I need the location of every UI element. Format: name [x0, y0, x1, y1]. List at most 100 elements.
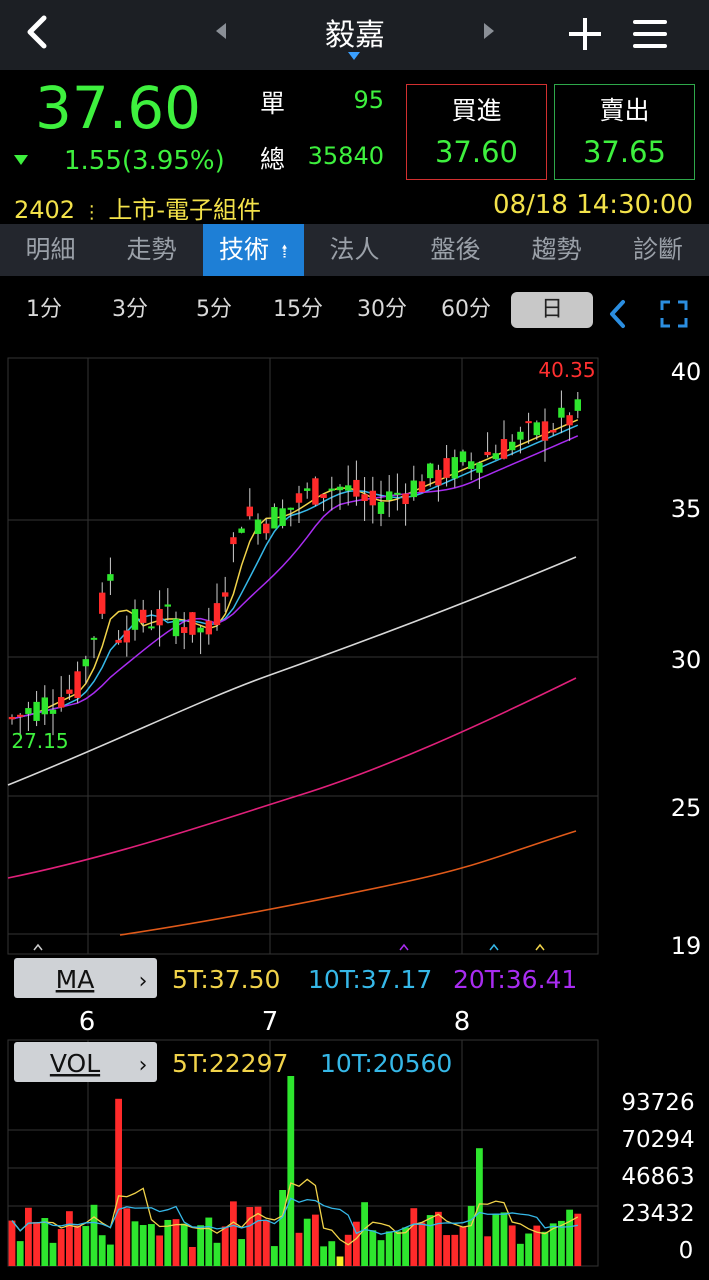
- interval-1min[interactable]: 1分: [8, 292, 80, 328]
- volume-bar: [98, 1235, 106, 1266]
- tab-after-hours[interactable]: 盤後: [405, 224, 506, 276]
- volume-bar: [418, 1222, 426, 1266]
- ma5-value: 5T:37.50: [172, 965, 280, 994]
- tab-tendency[interactable]: 趨勢: [506, 224, 607, 276]
- candlestick: [484, 451, 491, 456]
- vol-ma5-value: 5T:22297: [172, 1049, 288, 1078]
- candlestick: [74, 671, 81, 699]
- candlestick: [123, 630, 130, 643]
- interval-day[interactable]: 日: [511, 292, 593, 328]
- tab-technical[interactable]: 技術 ⭫: [203, 224, 304, 276]
- interval-15min[interactable]: 15分: [260, 292, 336, 328]
- month-label: 8: [454, 1007, 471, 1037]
- candlestick-chart[interactable]: 40 35 30 25 19 40.35 27.15 MA › 5T:37.50…: [0, 350, 709, 1280]
- candlestick: [17, 714, 24, 717]
- volume-bar: [107, 1244, 114, 1266]
- volume-bars: [8, 1076, 582, 1266]
- ma20-value: 20T:36.41: [453, 965, 577, 994]
- interval-3min[interactable]: 3分: [92, 292, 168, 328]
- candlestick: [550, 429, 557, 433]
- buy-button[interactable]: 買進 37.60: [406, 84, 547, 180]
- candlestick: [312, 478, 319, 505]
- candlestick: [8, 716, 16, 720]
- volume-bar: [336, 1256, 344, 1266]
- sell-button[interactable]: 賣出 37.65: [554, 84, 695, 180]
- volume-axis-label: 0: [679, 1238, 694, 1264]
- price-axis-label: 35: [671, 495, 702, 523]
- menu-icon[interactable]: [630, 14, 670, 54]
- candlestick: [197, 627, 204, 633]
- ma10-value: 10T:37.17: [308, 965, 432, 994]
- volume-bar: [41, 1218, 49, 1266]
- moving-average-line: [119, 830, 577, 936]
- volume-bar: [57, 1229, 65, 1266]
- volume-bar: [459, 1226, 467, 1266]
- tab-settings-icon[interactable]: ⭫: [281, 239, 288, 263]
- volume-bar: [443, 1235, 450, 1266]
- volume-bar: [394, 1231, 401, 1266]
- tab-technical-label: 技術: [219, 235, 270, 264]
- tab-detail[interactable]: 明細: [0, 224, 101, 276]
- tab-diagnosis[interactable]: 診斷: [607, 224, 709, 276]
- candlestick: [205, 620, 212, 635]
- candlestick: [574, 399, 581, 411]
- marker-caret-icon: [33, 943, 43, 951]
- candlestick: [66, 689, 73, 694]
- candlestick: [468, 461, 475, 469]
- volume-bar: [303, 1218, 311, 1266]
- stock-code: 2402: [14, 196, 76, 224]
- market-category: 上市-電子組件: [108, 196, 262, 224]
- interval-5min[interactable]: 5分: [176, 292, 252, 328]
- marker-caret-icon: [535, 943, 545, 951]
- candlestick: [304, 488, 311, 491]
- volume-bar: [49, 1242, 57, 1266]
- candlestick: [361, 494, 368, 501]
- volume-bar: [517, 1243, 524, 1266]
- candlestick: [41, 697, 48, 715]
- volume-bar: [328, 1241, 336, 1266]
- marker-caret-icon: [489, 943, 499, 951]
- candlestick: [353, 479, 360, 497]
- candlestick: [156, 609, 163, 626]
- volume-bar: [344, 1234, 352, 1266]
- candlestick: [246, 506, 253, 517]
- stock-title[interactable]: 毅嘉: [255, 10, 455, 54]
- volume-bar: [213, 1242, 221, 1266]
- back-icon[interactable]: [18, 12, 58, 52]
- month-label: 7: [262, 1007, 279, 1037]
- vol-chevron-icon[interactable]: ›: [139, 1053, 148, 1078]
- candlestick: [427, 463, 434, 479]
- volume-bar: [238, 1239, 245, 1266]
- volume-bar: [500, 1212, 508, 1266]
- price-change: 1.55(3.95%): [64, 146, 225, 176]
- ma-chevron-icon[interactable]: ›: [139, 969, 148, 994]
- volume-bar: [484, 1236, 491, 1266]
- volume-axis-label: 46863: [621, 1164, 694, 1190]
- candlestick: [115, 639, 122, 643]
- title-dropdown-icon[interactable]: [348, 52, 360, 60]
- next-arrow-icon[interactable]: [478, 20, 498, 42]
- prev-arrow-icon[interactable]: [212, 20, 232, 42]
- moving-average-lines: [7, 419, 579, 936]
- single-volume-value: 95: [353, 86, 384, 114]
- volume-bar: [180, 1223, 188, 1266]
- plus-icon[interactable]: [565, 14, 605, 54]
- volume-bar: [377, 1240, 385, 1266]
- volume-bar: [197, 1225, 204, 1266]
- fullscreen-icon[interactable]: [660, 300, 688, 328]
- candlestick: [82, 659, 89, 667]
- interval-30min[interactable]: 30分: [344, 292, 420, 328]
- volume-bar: [385, 1231, 393, 1266]
- tab-institutional[interactable]: 法人: [304, 224, 405, 276]
- tab-trend[interactable]: 走勢: [101, 224, 202, 276]
- candlestick: [164, 604, 171, 607]
- interval-60min[interactable]: 60分: [428, 292, 504, 328]
- collapse-icon[interactable]: [606, 298, 630, 330]
- volume-bar: [115, 1098, 122, 1266]
- candlestick: [451, 457, 458, 479]
- sell-price: 37.65: [582, 135, 667, 169]
- candlestick: [279, 508, 286, 526]
- volume-bar: [8, 1220, 16, 1266]
- candlestick: [320, 494, 327, 498]
- volume-bar: [246, 1207, 254, 1266]
